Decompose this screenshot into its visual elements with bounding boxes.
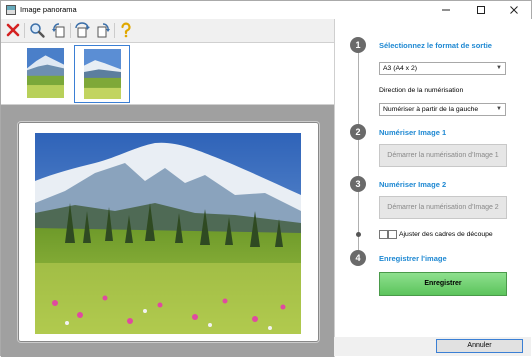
rotate-180-button[interactable] [73,21,91,39]
step-dot [356,232,361,237]
image-panorama-window: Image panorama 1 Sélectionnez le format … [0,0,532,357]
toolbar [1,19,334,43]
delete-button[interactable] [4,21,22,39]
scan-image-2-button[interactable]: Démarrer la numérisation d'Image 2 [379,196,507,219]
thumbnail-image-2[interactable] [74,45,130,103]
side-panel: 1 Sélectionnez le format de sortie A3 (A… [334,19,532,357]
step-connector-line [358,45,359,263]
help-button[interactable] [117,21,135,39]
close-icon [510,6,518,14]
close-button[interactable] [499,1,529,19]
app-icon [6,5,16,15]
step-4-title: Enregistrer l'image [379,254,447,263]
minimize-icon [442,9,450,11]
chevron-down-icon: ▼ [496,106,502,112]
step-3-badge: 3 [350,176,366,192]
landscape-thumbnail-1 [27,48,64,98]
footer-bar: Annuler [334,337,531,356]
save-button[interactable]: Enregistrer [379,272,507,296]
red-x-icon [6,23,20,37]
toolbar-separator [70,23,71,38]
thumbnail-image-1[interactable] [18,45,74,103]
window-title: Image panorama [20,5,77,14]
scan-direction-value: Numériser à partir de la gauche [383,106,479,113]
output-format-select[interactable]: A3 (A4 x 2) ▼ [379,62,506,75]
panorama-preview-image [35,133,301,334]
adjust-crop-frames-checkbox[interactable] [388,230,397,239]
toolbar-separator [24,23,25,38]
rotate-right-button[interactable] [94,21,112,39]
scan-image-1-button[interactable]: Démarrer la numérisation d'Image 1 [379,144,507,167]
rotate-left-icon [52,23,65,38]
cancel-button[interactable]: Annuler [436,339,523,353]
thumbnail-strip [1,43,334,105]
maximize-icon [477,6,485,14]
scan-direction-select[interactable]: Numériser à partir de la gauche ▼ [379,103,506,116]
rotate-left-button[interactable] [50,21,68,39]
toolbar-separator [114,23,115,38]
step-1-title: Sélectionnez le format de sortie [379,41,492,50]
preview-area [1,105,334,357]
step-4-badge: 4 [350,250,366,266]
rotate-180-icon [75,22,90,38]
magnifier-icon [30,23,45,38]
step-2-title: Numériser Image 1 [379,128,447,137]
step-2-badge: 2 [350,124,366,140]
preview-page [18,122,319,342]
help-icon [121,22,131,38]
minimize-button[interactable] [431,1,461,19]
output-format-value: A3 (A4 x 2) [383,65,417,72]
adjust-crop-frames-label: Ajuster des cadres de découpe [399,231,493,238]
landscape-thumbnail-2 [84,49,121,99]
chevron-down-icon: ▼ [496,65,502,71]
zoom-button[interactable] [28,21,46,39]
rotate-right-icon [97,23,110,38]
title-bar: Image panorama [1,1,531,19]
scan-direction-label: Direction de la numérisation [379,87,464,94]
step-1-badge: 1 [350,37,366,53]
step-3-title: Numériser Image 2 [379,180,447,189]
adjust-crop-frames-checkbox-left[interactable] [379,230,388,239]
maximize-button[interactable] [466,1,496,19]
